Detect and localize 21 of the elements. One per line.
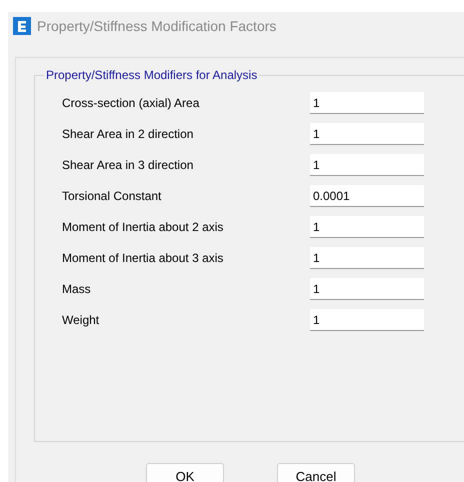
field-label: Weight (62, 313, 100, 327)
input-field[interactable]: 1 (310, 92, 424, 114)
cancel-button[interactable]: Cancel (277, 463, 355, 482)
input-field[interactable]: 1 (310, 309, 424, 331)
field-label: Moment of Inertia about 2 axis (62, 220, 224, 234)
group-title: Property/Stiffness Modifiers for Analysis (44, 68, 260, 82)
field-label: Torsional Constant (62, 189, 162, 203)
field-label: Shear Area in 2 direction (62, 127, 194, 141)
app-logo-icon (13, 17, 31, 35)
field-label: Cross-section (axial) Area (62, 96, 200, 110)
field-label: Moment of Inertia about 3 axis (62, 251, 224, 265)
input-field[interactable]: 1 (310, 278, 424, 300)
input-field[interactable]: 1 (310, 216, 424, 238)
input-field[interactable]: 1 (310, 123, 424, 145)
input-field[interactable]: 1 (310, 154, 424, 176)
input-field[interactable]: 0.0001 (310, 185, 424, 207)
window-title: Property/Stiffness Modification Factors (37, 18, 276, 34)
field-label: Shear Area in 3 direction (62, 158, 194, 172)
input-field[interactable]: 1 (310, 247, 424, 269)
ok-button[interactable]: OK (146, 463, 224, 482)
field-label: Mass (62, 282, 92, 296)
